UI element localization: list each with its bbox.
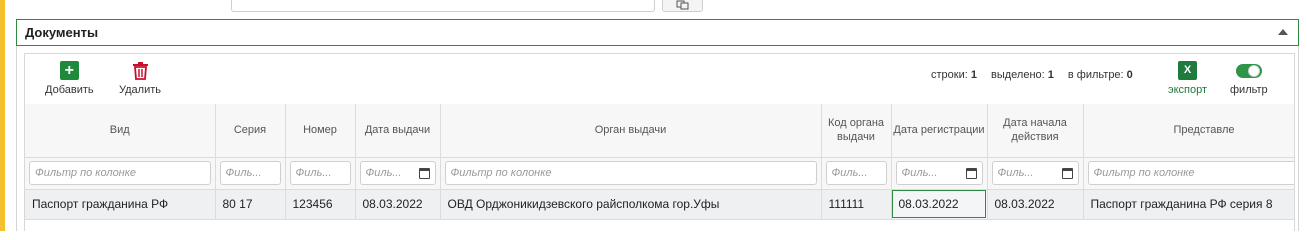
filter-placeholder: Филь... [365, 167, 402, 179]
column-header[interactable]: Дата регистрации [890, 104, 988, 158]
filter-row: Фильтр по колонке Филь... Филь... Филь... Фи… [25, 156, 1294, 190]
column-header[interactable]: Номер [284, 104, 356, 158]
column-filter-input[interactable]: Фильтр по колонке [1087, 161, 1294, 185]
column-filter-input[interactable]: Фильтр по колонке [444, 161, 817, 185]
table-cell[interactable]: 80 17 [214, 188, 286, 220]
filter-placeholder: Фильтр по колонке [35, 167, 137, 179]
left-accent-bar [0, 0, 5, 231]
grid-stats: строки: 1 выделено: 1 в фильтре: 0 [931, 69, 1147, 81]
collapse-arrow-icon[interactable] [1278, 29, 1288, 35]
filter-toggle-switch[interactable] [1235, 64, 1262, 78]
filter-placeholder: Филь... [901, 167, 938, 179]
column-header[interactable]: Вид [25, 104, 216, 158]
top-text-field[interactable] [231, 0, 655, 12]
table-cell[interactable]: 123456 [284, 188, 356, 220]
filter-placeholder: Филь... [997, 167, 1034, 179]
calendar-icon[interactable] [965, 167, 977, 179]
table-cell[interactable]: Паспорт гражданина РФ [25, 188, 216, 220]
filter-toggle[interactable]: фильтр [1230, 61, 1268, 96]
column-header[interactable]: Орган выдачи [439, 104, 822, 158]
top-select-button[interactable] [662, 0, 703, 12]
filter-cell: Филь... [820, 156, 892, 190]
trash-icon [132, 62, 148, 80]
table-cell[interactable]: Паспорт гражданина РФ серия 8 [1082, 188, 1294, 220]
column-header[interactable]: Серия [214, 104, 286, 158]
table-cell[interactable]: ОВД Орджоникидзевского райсполкома гор.У… [439, 188, 822, 220]
export-button-label: экспорт [1168, 84, 1208, 96]
documents-panel-header[interactable]: Документы [16, 19, 1299, 46]
column-header[interactable]: Представле [1082, 104, 1294, 158]
table-cell[interactable]: 08.03.2022 [890, 188, 988, 220]
column-filter-input[interactable]: Филь... [219, 161, 281, 185]
filter-placeholder: Фильтр по колонке [1093, 167, 1195, 179]
filter-cell: Филь... [284, 156, 356, 190]
filter-cell: Фильтр по колонке [439, 156, 822, 190]
filter-cell: Фильтр по колонке [25, 156, 216, 190]
export-button[interactable]: X экспорт [1168, 61, 1207, 96]
column-header[interactable]: Код органа выдачи [820, 104, 892, 158]
documents-table: Вид Серия Номер Дата выдачи Орган выдачи Код … [25, 104, 1294, 220]
filter-cell: Фильтр по колонке [1082, 156, 1294, 190]
selected-count: выделено: 1 [990, 69, 1054, 81]
column-filter-input[interactable]: Филь... [991, 161, 1079, 185]
filter-placeholder: Филь... [295, 167, 332, 179]
column-filter-input[interactable]: Фильтр по колонке [29, 161, 211, 185]
add-button-label: Добавить [45, 84, 94, 96]
table-body: Паспорт гражданина РФ 80 17 123456 08.03.20… [25, 188, 1294, 220]
copy-icon [676, 0, 688, 9]
rows-count: строки: 1 [931, 69, 977, 81]
documents-grid: + Добавить Удалить строки: 1 выделено: 1… [24, 53, 1295, 231]
column-filter-input[interactable]: Филь... [895, 161, 983, 185]
filter-cell: Филь... [986, 156, 1084, 190]
filtered-count: в фильтре: 0 [1067, 69, 1133, 81]
table-row[interactable]: Паспорт гражданина РФ 80 17 123456 08.03.20… [25, 188, 1294, 220]
filter-toggle-label: фильтр [1230, 84, 1268, 96]
delete-button[interactable]: Удалить [119, 61, 161, 96]
filter-cell: Филь... [890, 156, 988, 190]
excel-icon: X [1178, 61, 1198, 80]
filter-cell: Филь... [214, 156, 286, 190]
panel-title: Документы [25, 25, 99, 40]
table-cell[interactable]: 08.03.2022 [354, 188, 441, 220]
calendar-icon[interactable] [1061, 167, 1073, 179]
grid-toolbar: + Добавить Удалить строки: 1 выделено: 1… [25, 54, 1294, 104]
table-cell[interactable]: 08.03.2022 [986, 188, 1084, 220]
column-header[interactable]: Дата выдачи [354, 104, 441, 158]
table-cell[interactable]: 111111 [820, 188, 892, 220]
column-filter-input[interactable]: Филь... [359, 161, 436, 185]
filter-placeholder: Филь... [225, 167, 262, 179]
column-filter-input[interactable]: Филь... [825, 161, 887, 185]
add-button[interactable]: + Добавить [45, 61, 94, 96]
filter-cell: Филь... [354, 156, 441, 190]
filter-placeholder: Фильтр по колонке [450, 167, 552, 179]
calendar-icon[interactable] [418, 167, 430, 179]
delete-button-label: Удалить [119, 84, 161, 96]
column-filter-input[interactable]: Филь... [289, 161, 351, 185]
header-row: Вид Серия Номер Дата выдачи Орган выдачи Код … [25, 104, 1294, 158]
column-header[interactable]: Дата начала действия [986, 104, 1084, 158]
plus-icon: + [59, 61, 79, 80]
filter-placeholder: Филь... [831, 167, 868, 179]
